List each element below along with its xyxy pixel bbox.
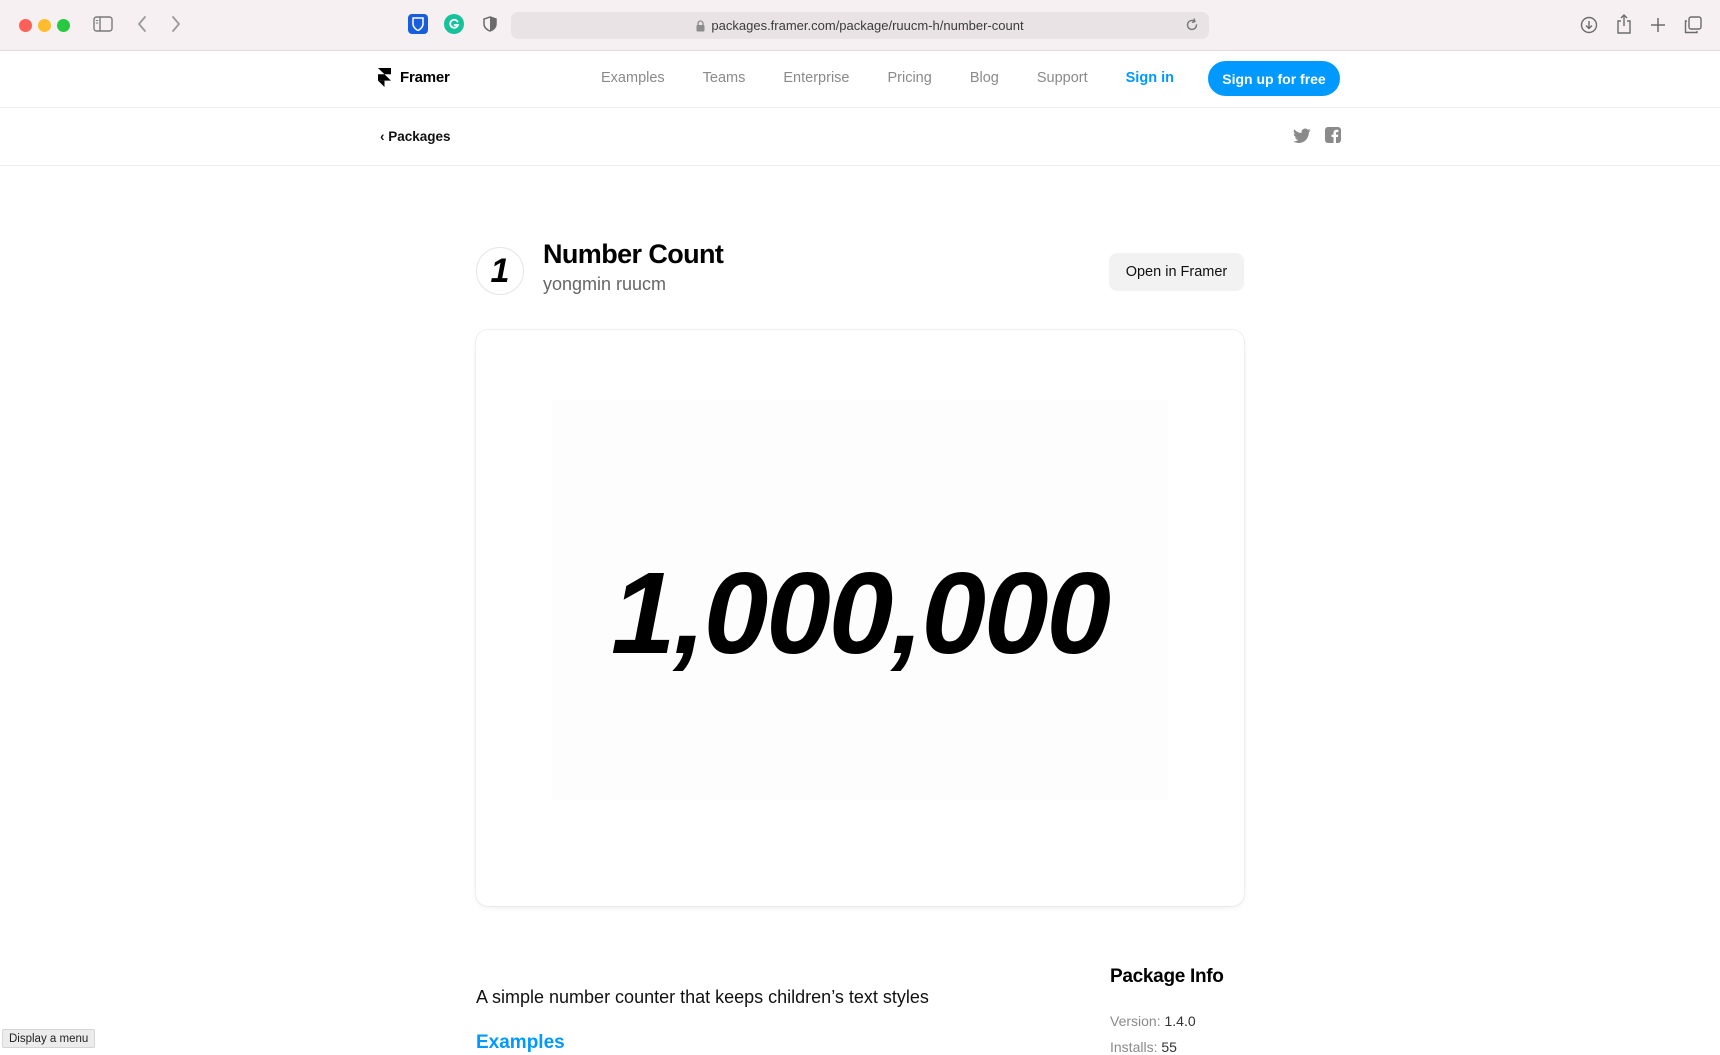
version-value: 1.4.0 bbox=[1164, 1013, 1196, 1029]
address-bar-url: packages.framer.com/package/ruucm-h/numb… bbox=[711, 18, 1024, 33]
sub-header: ‹ Packages bbox=[0, 108, 1720, 166]
lock-icon bbox=[696, 19, 705, 32]
package-author[interactable]: yongmin ruucm bbox=[543, 274, 666, 295]
downloads-icon[interactable] bbox=[1578, 14, 1600, 36]
back-chevron-icon[interactable] bbox=[132, 14, 152, 34]
forward-chevron-icon[interactable] bbox=[166, 14, 186, 34]
package-description: A simple number counter that keeps child… bbox=[476, 987, 929, 1007]
installs-value: 55 bbox=[1161, 1039, 1177, 1055]
status-tooltip: Display a menu bbox=[2, 1029, 96, 1048]
framer-logo[interactable]: Framer bbox=[378, 68, 450, 87]
tab-overview-icon[interactable] bbox=[1682, 14, 1704, 36]
preview-number-display: 1,000,000 bbox=[610, 548, 1111, 678]
main-nav: Examples Teams Enterprise Pricing Blog S… bbox=[601, 70, 1174, 86]
package-installs-row: Installs: 55 bbox=[1110, 1039, 1177, 1055]
package-preview-card: 1,000,000 bbox=[476, 330, 1244, 906]
nav-pricing[interactable]: Pricing bbox=[887, 70, 931, 86]
package-avatar: 1 bbox=[476, 247, 524, 295]
package-info-title: Package Info bbox=[1110, 966, 1224, 987]
sign-in-link[interactable]: Sign in bbox=[1126, 70, 1174, 86]
open-in-framer-button[interactable]: Open in Framer bbox=[1109, 253, 1244, 291]
logo-text: Framer bbox=[400, 69, 450, 86]
new-tab-plus-icon[interactable] bbox=[1647, 14, 1669, 36]
site-header: Framer Examples Teams Enterprise Pricing… bbox=[0, 51, 1720, 108]
reload-icon[interactable] bbox=[1185, 18, 1199, 35]
address-bar[interactable]: packages.framer.com/package/ruucm-h/numb… bbox=[511, 12, 1209, 39]
framer-logo-icon bbox=[378, 68, 391, 87]
grammarly-extension-icon[interactable] bbox=[444, 14, 464, 34]
installs-label: Installs: bbox=[1110, 1039, 1158, 1055]
nav-teams[interactable]: Teams bbox=[703, 70, 746, 86]
bitwarden-extension-icon[interactable] bbox=[408, 14, 428, 34]
package-title: Number Count bbox=[543, 239, 724, 269]
minimize-window-button[interactable] bbox=[38, 19, 51, 32]
close-window-button[interactable] bbox=[19, 19, 32, 32]
nav-support[interactable]: Support bbox=[1037, 70, 1088, 86]
nav-examples[interactable]: Examples bbox=[601, 70, 665, 86]
nav-blog[interactable]: Blog bbox=[970, 70, 999, 86]
privacy-shield-icon[interactable] bbox=[480, 14, 500, 34]
facebook-icon[interactable] bbox=[1325, 127, 1341, 143]
zoom-window-button[interactable] bbox=[57, 19, 70, 32]
sign-up-button[interactable]: Sign up for free bbox=[1208, 61, 1340, 96]
browser-toolbar: packages.framer.com/package/ruucm-h/numb… bbox=[0, 0, 1720, 51]
nav-enterprise[interactable]: Enterprise bbox=[783, 70, 849, 86]
twitter-icon[interactable] bbox=[1293, 128, 1311, 144]
back-to-packages-link[interactable]: ‹ Packages bbox=[380, 129, 451, 144]
version-label: Version: bbox=[1110, 1013, 1161, 1029]
share-icon[interactable] bbox=[1613, 12, 1635, 36]
sidebar-toggle-icon[interactable] bbox=[92, 15, 114, 33]
package-version-row: Version: 1.4.0 bbox=[1110, 1013, 1196, 1029]
